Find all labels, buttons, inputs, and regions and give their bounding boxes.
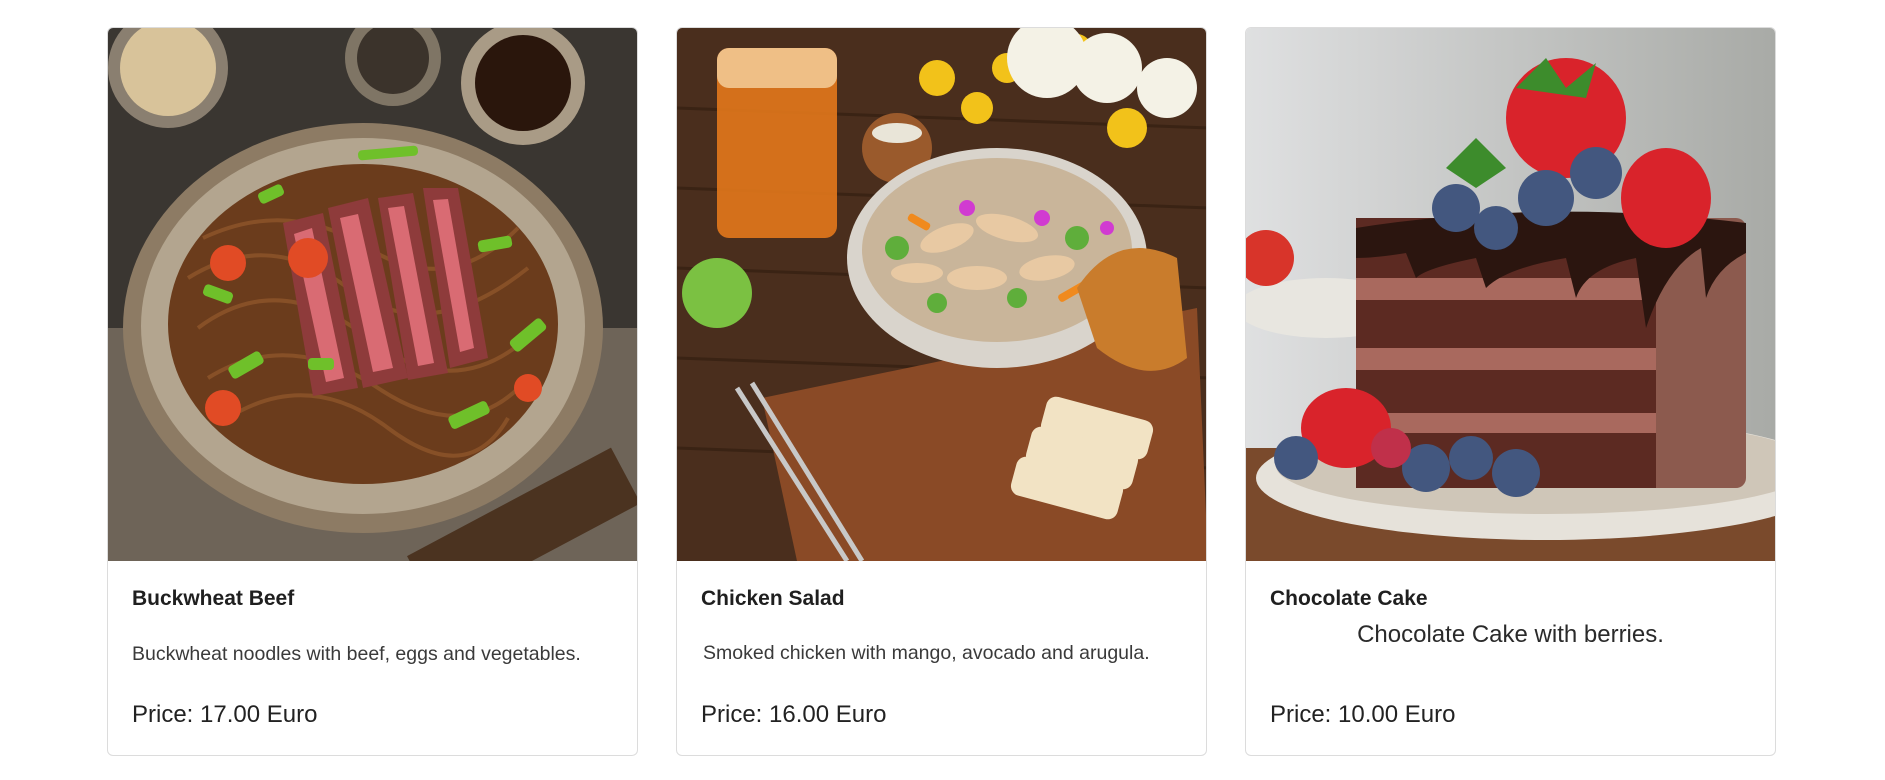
menu-card-chocolate-cake[interactable]: Chocolate Cake Chocolate Cake with berri… [1245, 27, 1776, 756]
dish-title: Chocolate Cake [1270, 587, 1428, 610]
dish-description: Smoked chicken with mango, avocado and a… [703, 642, 1150, 664]
dish-title: Buckwheat Beef [132, 587, 295, 610]
menu-grid: Buckwheat Beef Buckwheat noodles with be… [107, 27, 1776, 756]
card-body: Chocolate Cake Chocolate Cake with berri… [1246, 561, 1775, 755]
card-body: Buckwheat Beef Buckwheat noodles with be… [108, 561, 637, 755]
dish-description: Buckwheat noodles with beef, eggs and ve… [132, 643, 581, 665]
menu-card-chicken-salad[interactable]: Chicken Salad Smoked chicken with mango,… [676, 27, 1207, 756]
dish-photo-chicken-salad [677, 28, 1206, 561]
card-body: Chicken Salad Smoked chicken with mango,… [677, 561, 1206, 755]
dish-description: Chocolate Cake with berries. [1357, 621, 1664, 648]
dish-photo-chocolate-cake [1246, 28, 1775, 561]
dish-price: Price: 16.00 Euro [701, 701, 887, 728]
dish-title: Chicken Salad [701, 587, 845, 610]
dish-price: Price: 10.00 Euro [1270, 701, 1456, 728]
dish-photo-buckwheat-beef [108, 28, 637, 561]
menu-card-buckwheat-beef[interactable]: Buckwheat Beef Buckwheat noodles with be… [107, 27, 638, 756]
dish-price: Price: 17.00 Euro [132, 701, 318, 728]
